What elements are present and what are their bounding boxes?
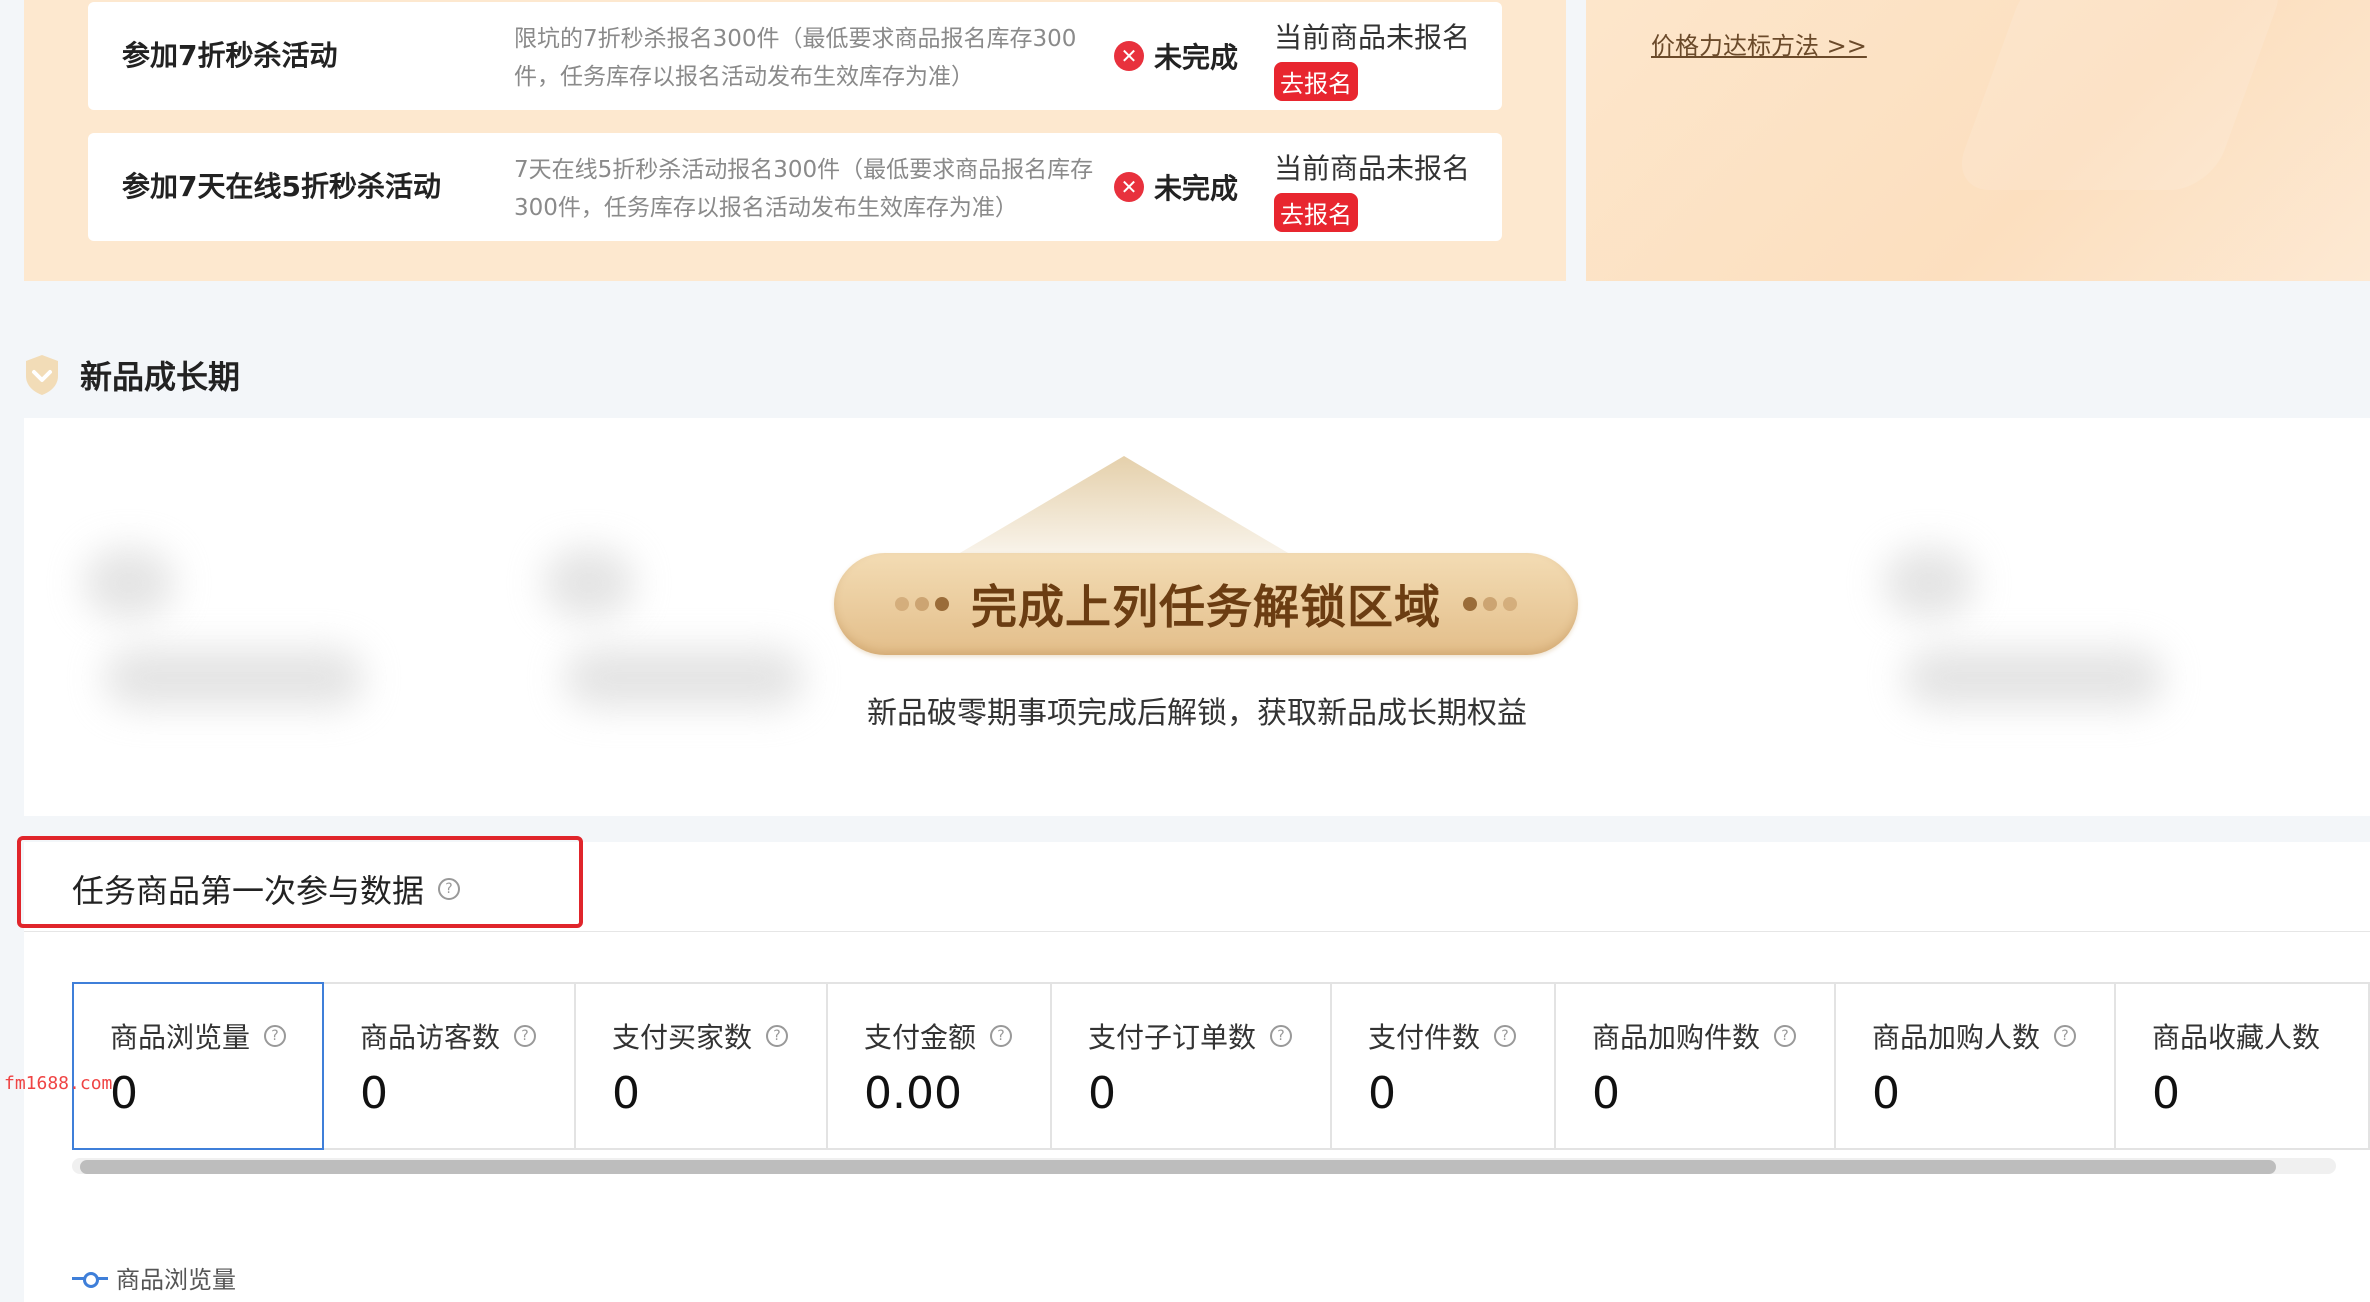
horizontal-scrollbar-thumb[interactable] — [80, 1160, 2276, 1174]
chart-legend[interactable]: 商品浏览量 — [72, 1260, 236, 1295]
help-icon[interactable]: ? — [1774, 1025, 1797, 1047]
metric-label-row: 支付件数? — [1368, 1016, 1554, 1056]
task-status: ✕ 未完成 — [1114, 2, 1238, 110]
metric-label: 商品加购人数 — [1872, 1021, 2041, 1054]
registration-info: 当前商品未报名 去报名 — [1274, 147, 1470, 232]
watermark-text: fm1688.com — [4, 1073, 113, 1094]
metric-card-paid-items[interactable]: 支付件数? 0 — [1332, 982, 1556, 1150]
help-icon[interactable]: ? — [264, 1025, 287, 1047]
first-participation-data-panel: 任务商品第一次参与数据 ? 商品浏览量? 0 商品访客数? 0 支付买家数? 0… — [17, 836, 2370, 1302]
price-power-panel: 价格力达标方法 >> — [1586, 0, 2370, 281]
metric-value: 0 — [360, 1068, 388, 1119]
metric-card-paid-suborders[interactable]: 支付子订单数? 0 — [1052, 982, 1332, 1150]
legend-label: 商品浏览量 — [116, 1266, 236, 1294]
unlock-banner: 完成上列任务解锁区域 — [834, 553, 1578, 655]
task-description: 限坑的7折秒杀报名300件（最低要求商品报名库存300件，任务库存以报名活动发布… — [514, 26, 1077, 90]
metric-label-row: 商品加购件数? — [1592, 1016, 1834, 1056]
metric-value: 0 — [1368, 1068, 1396, 1119]
dots-decoration — [895, 597, 949, 611]
price-power-method-link[interactable]: 价格力达标方法 >> — [1651, 26, 1867, 61]
metric-card-page-views[interactable]: 商品浏览量? 0 — [72, 982, 324, 1150]
metric-label: 商品浏览量 — [110, 1021, 251, 1054]
metric-card-payment-amount[interactable]: 支付金额? 0.00 — [828, 982, 1052, 1150]
metric-label: 商品收藏人数 — [2152, 1021, 2321, 1054]
unlock-subtitle: 新品破零期事项完成后解锁，获取新品成长期权益 — [867, 696, 1527, 731]
task-card: 参加7天在线5折秒杀活动 7天在线5折秒杀活动报名300件（最低要求商品报名库存… — [88, 133, 1502, 241]
metric-card-favorite-users[interactable]: 商品收藏人数 0 — [2116, 982, 2370, 1150]
metric-value: 0 — [612, 1068, 640, 1119]
line-series-icon — [72, 1271, 108, 1288]
metric-card-visitors[interactable]: 商品访客数? 0 — [324, 982, 576, 1150]
incomplete-icon: ✕ — [1114, 172, 1144, 202]
help-icon[interactable]: ? — [514, 1025, 537, 1047]
metric-label: 商品加购件数 — [1592, 1021, 1761, 1054]
task-list-panel: 参加7折秒杀活动 限坑的7折秒杀报名300件（最低要求商品报名库存300件，任务… — [24, 0, 1566, 281]
metric-label-row: 支付金额? — [864, 1016, 1050, 1056]
task-card: 参加7折秒杀活动 限坑的7折秒杀报名300件（最低要求商品报名库存300件，任务… — [88, 2, 1502, 110]
registration-status: 当前商品未报名 — [1274, 152, 1471, 185]
metric-label-row: 商品浏览量? — [110, 1016, 322, 1056]
blurred-content — [84, 548, 174, 618]
metric-value: 0.00 — [864, 1068, 962, 1119]
metric-card-cart-items[interactable]: 商品加购件数? 0 — [1556, 982, 1836, 1150]
metric-label: 支付子订单数 — [1088, 1021, 1257, 1054]
task-status-text: 未完成 — [1154, 41, 1239, 74]
growth-section-header: 新品成长期 — [24, 350, 240, 400]
unlock-subtitle-row: 新品破零期事项完成后解锁，获取新品成长期权益 — [24, 688, 2370, 732]
metric-value: 0 — [2152, 1068, 2180, 1119]
metric-card-paying-buyers[interactable]: 支付买家数? 0 — [576, 982, 828, 1150]
metric-value: 0 — [1088, 1068, 1116, 1119]
register-button[interactable]: 去报名 — [1274, 193, 1358, 232]
help-icon[interactable]: ? — [1494, 1025, 1517, 1047]
unlock-title: 完成上列任务解锁区域 — [971, 580, 1441, 634]
register-button[interactable]: 去报名 — [1274, 62, 1358, 101]
help-icon[interactable]: ? — [1270, 1025, 1293, 1047]
registration-info: 当前商品未报名 去报名 — [1274, 16, 1470, 101]
blurred-content — [1884, 548, 1974, 618]
registration-status: 当前商品未报名 — [1274, 21, 1471, 54]
dots-decoration — [1463, 597, 1517, 611]
locked-growth-area: 完成上列任务解锁区域 新品破零期事项完成后解锁，获取新品成长期权益 — [24, 418, 2370, 816]
metric-label: 商品访客数 — [360, 1021, 501, 1054]
section-title: 新品成长期 — [80, 358, 241, 396]
metric-value: 0 — [1592, 1068, 1620, 1119]
metric-label-row: 商品加购人数? — [1872, 1016, 2114, 1056]
metric-value: 0 — [110, 1068, 138, 1119]
task-description: 7天在线5折秒杀活动报名300件（最低要求商品报名库存300件，任务库存以报名活… — [514, 157, 1094, 221]
task-status: ✕ 未完成 — [1114, 133, 1238, 241]
metric-label-row: 支付子订单数? — [1088, 1016, 1330, 1056]
help-icon[interactable]: ? — [990, 1025, 1013, 1047]
metric-label: 支付买家数 — [612, 1021, 753, 1054]
metric-label-row: 支付买家数? — [612, 1016, 826, 1056]
task-name: 参加7天在线5折秒杀活动 — [122, 170, 441, 203]
metric-value: 0 — [1872, 1068, 1900, 1119]
metric-card-cart-users[interactable]: 商品加购人数? 0 — [1836, 982, 2116, 1150]
shield-icon — [24, 354, 60, 396]
task-name: 参加7折秒杀活动 — [122, 39, 338, 72]
decorative-shape — [1949, 0, 2291, 190]
metric-label: 支付件数 — [1368, 1021, 1481, 1054]
metric-label-row: 商品访客数? — [360, 1016, 574, 1056]
metrics-row: 商品浏览量? 0 商品访客数? 0 支付买家数? 0 支付金额? 0.00 支付… — [72, 982, 2370, 1150]
metric-label: 支付金额 — [864, 1021, 977, 1054]
task-status-text: 未完成 — [1154, 172, 1239, 205]
help-icon[interactable]: ? — [766, 1025, 789, 1047]
highlight-annotation-box — [17, 836, 583, 928]
help-icon[interactable]: ? — [2054, 1025, 2077, 1047]
blurred-content — [544, 548, 634, 618]
metric-label-row: 商品收藏人数 — [2152, 1016, 2368, 1056]
incomplete-icon: ✕ — [1114, 41, 1144, 71]
